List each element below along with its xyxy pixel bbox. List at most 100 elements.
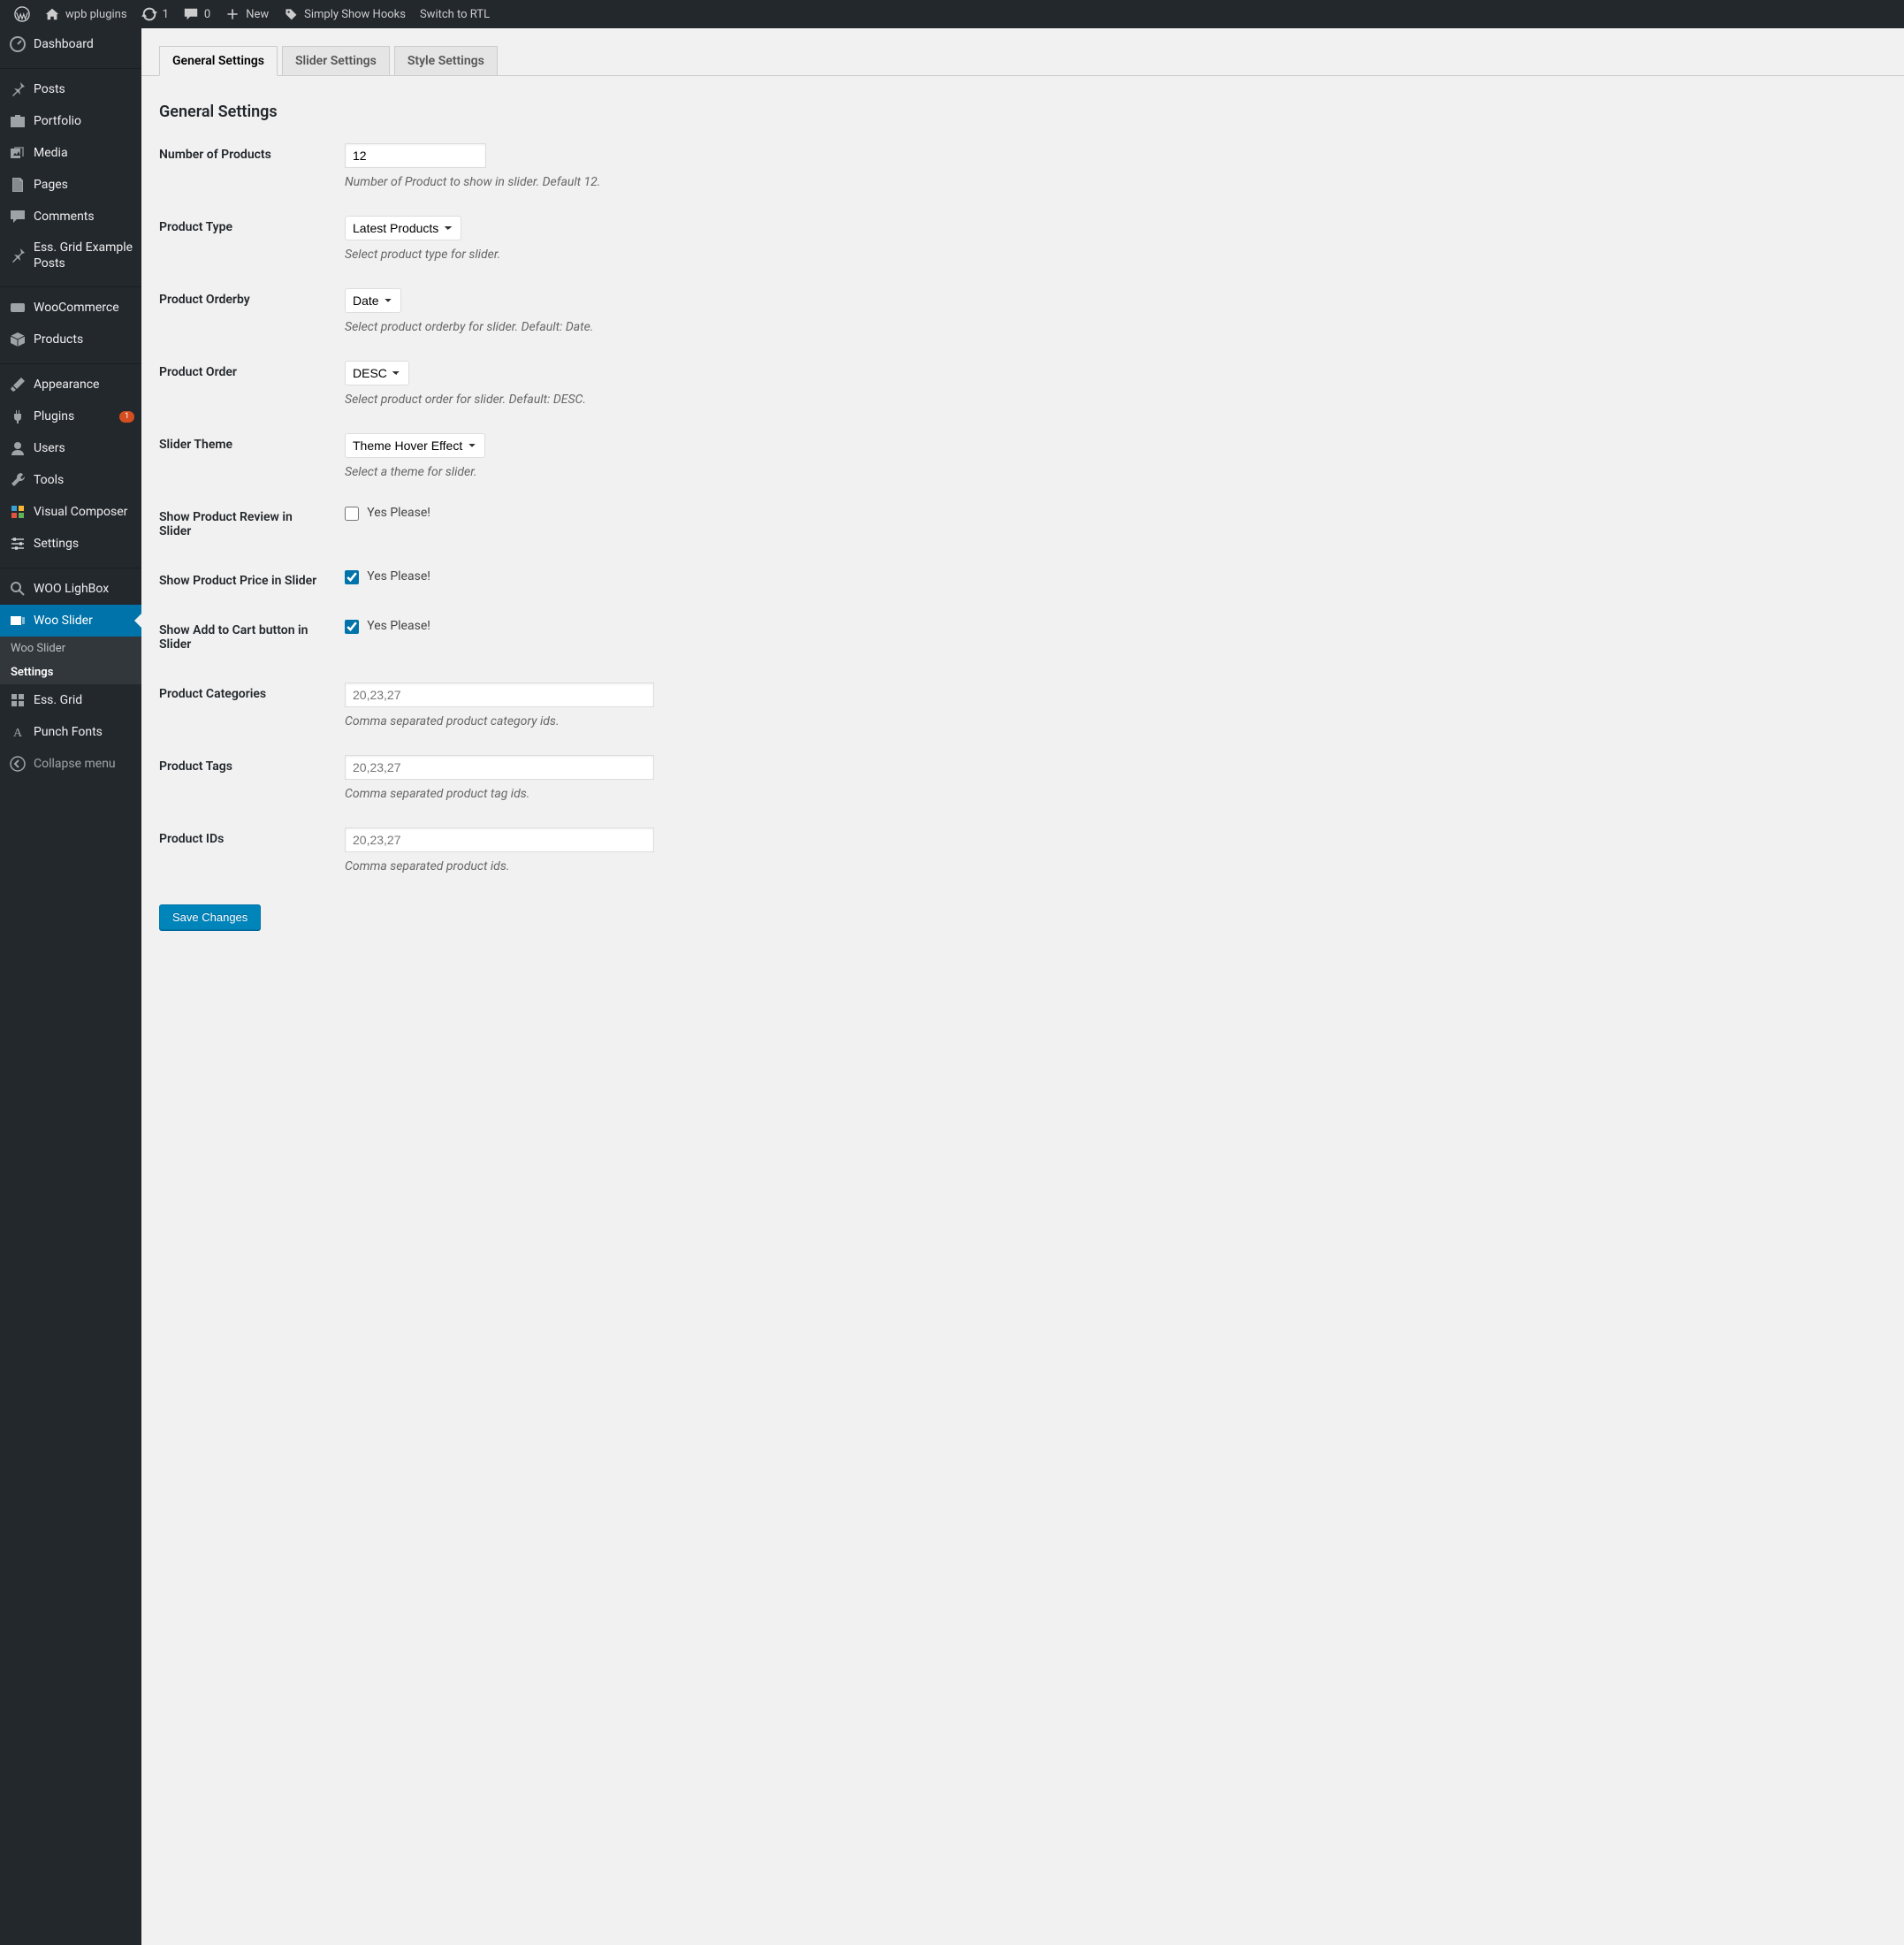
checklabel-cart[interactable]: Yes Please! [367,619,430,633]
tab-slider[interactable]: Slider Settings [282,46,390,76]
site-name: wpb plugins [65,8,127,21]
sidebar-item-label: Woo Slider [34,613,134,629]
select-orderby[interactable]: Date [345,288,401,313]
sidebar-item-settings[interactable]: Settings [0,528,141,560]
new-label: New [246,8,269,21]
sidebar-item-woo-lighbox[interactable]: WOO LighBox [0,573,141,605]
sidebar-item-label: Posts [34,81,134,97]
new-link[interactable]: New [217,0,276,28]
site-link[interactable]: wpb plugins [37,0,134,28]
label-ids: Product IDs [159,814,336,887]
wooslider-icon [9,612,27,629]
sidebar-item-visual-composer[interactable]: Visual Composer [0,496,141,528]
input-num-products[interactable] [345,143,486,168]
sidebar-item-punch-fonts[interactable]: Punch Fonts [0,716,141,748]
sidebar-item-woo-slider[interactable]: Woo Slider [0,605,141,637]
search-icon [9,580,27,598]
label-review: Show Product Review in Slider [159,492,336,556]
sidebar-item-woocommerce[interactable]: WooCommerce [0,292,141,324]
label-tags: Product Tags [159,742,336,814]
comments-link[interactable]: 0 [176,0,217,28]
submenu-item-woo-slider[interactable]: Woo Slider [0,637,141,660]
sidebar-item-pages[interactable]: Pages [0,169,141,201]
desc-cats: Comma separated product category ids. [345,714,1877,728]
sidebar-item-label: Products [34,332,134,347]
checkbox-price[interactable] [345,570,359,584]
desc-ids: Comma separated product ids. [345,859,1877,873]
home-icon [44,6,60,22]
sidebar-item-label: Collapse menu [34,756,134,772]
checklabel-price[interactable]: Yes Please! [367,569,430,584]
desc-order: Select product order for slider. Default… [345,393,1877,407]
select-product-type[interactable]: Latest Products [345,216,461,240]
wordpress-icon [14,6,30,22]
rtl-link[interactable]: Switch to RTL [413,0,497,28]
desc-orderby: Select product orderby for slider. Defau… [345,320,1877,334]
sidebar-item-label: Ess. Grid Example Posts [34,240,134,271]
sidebar-item-media[interactable]: Media [0,137,141,169]
comment-icon [183,6,199,22]
sliders-icon [9,535,27,553]
sidebar-item-plugins[interactable]: Plugins1 [0,400,141,432]
checkbox-cart[interactable] [345,620,359,634]
user-icon [9,439,27,457]
label-num-products: Number of Products [159,130,336,202]
sidebar-item-tools[interactable]: Tools [0,464,141,496]
tab-general[interactable]: General Settings [159,46,278,76]
hooks-link[interactable]: Simply Show Hooks [276,0,413,28]
sidebar-item-ess-grid[interactable]: Ess. Grid [0,684,141,716]
portfolio-icon [9,112,27,130]
input-ids[interactable] [345,828,654,852]
page-title: General Settings [159,103,1886,121]
sidebar-item-products[interactable]: Products [0,324,141,355]
desc-product-type: Select product type for slider. [345,248,1877,262]
sidebar-item-posts[interactable]: Posts [0,73,141,105]
desc-num-products: Number of Product to show in slider. Def… [345,175,1877,189]
media-icon [9,144,27,162]
sidebar-item-collapse-menu[interactable]: Collapse menu [0,748,141,780]
sidebar-item-label: Settings [34,536,134,552]
sidebar-item-comments[interactable]: Comments [0,201,141,233]
input-tags[interactable] [345,755,654,780]
updates-link[interactable]: 1 [134,0,176,28]
brush-icon [9,376,27,393]
select-order[interactable]: DESC [345,361,409,385]
settings-tabs: General Settings Slider Settings Style S… [141,37,1904,76]
sidebar-item-label: Ess. Grid [34,692,134,708]
sidebar-item-label: WooCommerce [34,300,134,316]
label-price: Show Product Price in Slider [159,556,336,606]
sidebar-item-label: Portfolio [34,113,134,129]
woo-icon [9,299,27,317]
sidebar-item-label: Appearance [34,377,134,393]
sidebar-item-label: Media [34,145,134,161]
label-product-type: Product Type [159,202,336,275]
submenu: Woo SliderSettings [0,637,141,684]
grid-icon [9,691,27,709]
sidebar-item-portfolio[interactable]: Portfolio [0,105,141,137]
desc-tags: Comma separated product tag ids. [345,787,1877,801]
sidebar-item-users[interactable]: Users [0,432,141,464]
rtl-label: Switch to RTL [420,8,490,21]
admin-bar: wpb plugins 1 0 New Simply Show Hooks Sw… [0,0,1904,28]
tag-icon [283,6,299,22]
comments-count: 0 [204,8,210,21]
sidebar-separator [0,564,141,568]
save-button[interactable]: Save Changes [159,904,261,930]
sidebar-item-dashboard[interactable]: Dashboard [0,28,141,60]
select-theme[interactable]: Theme Hover Effect [345,433,485,458]
tab-style[interactable]: Style Settings [394,46,498,76]
checkbox-review[interactable] [345,507,359,521]
sidebar-item-ess-grid-example-posts[interactable]: Ess. Grid Example Posts [0,233,141,278]
checklabel-review[interactable]: Yes Please! [367,506,430,520]
input-cats[interactable] [345,683,654,707]
sidebar-separator [0,360,141,364]
update-badge: 1 [119,411,134,423]
label-order: Product Order [159,347,336,420]
wp-logo[interactable] [7,0,37,28]
hooks-label: Simply Show Hooks [304,8,406,21]
submenu-item-settings[interactable]: Settings [0,660,141,684]
wrench-icon [9,471,27,489]
desc-theme: Select a theme for slider. [345,465,1877,479]
font-icon [9,723,27,741]
sidebar-item-appearance[interactable]: Appearance [0,369,141,400]
